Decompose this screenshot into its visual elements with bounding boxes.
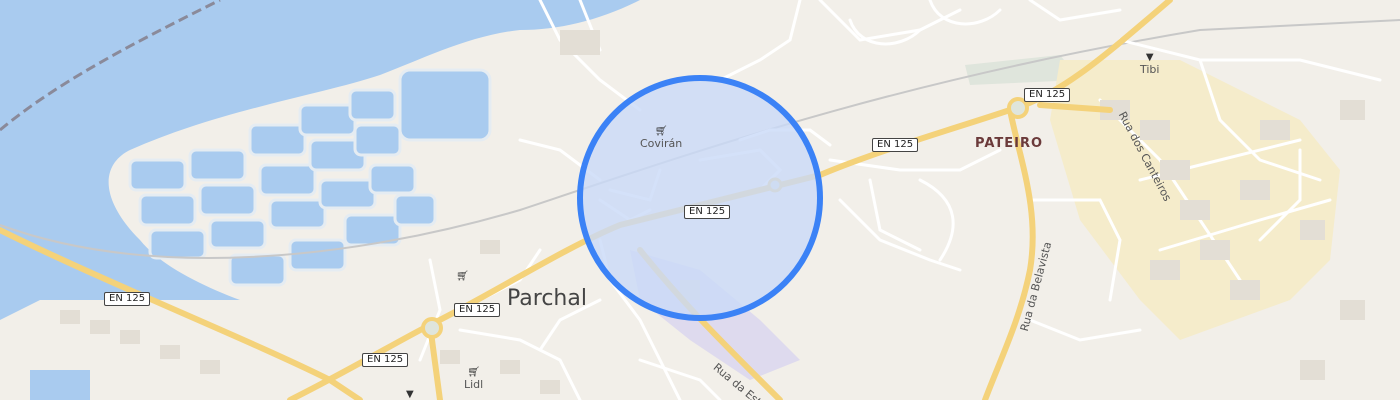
poi-tibi-label: Tibi [1140, 63, 1160, 76]
poi-coviran-label: Covirán [640, 137, 683, 150]
road-shield-en125-center: EN 125 [684, 205, 731, 219]
shopping-cart-icon: 🛒︎ [654, 126, 668, 137]
shopping-cart-icon: 🛒︎ [467, 367, 480, 378]
road-shield-en125-east: EN 125 [872, 138, 919, 152]
shopping-basket-icon: ▼ [1145, 52, 1154, 63]
road-shield-en125-west: EN 125 [104, 292, 151, 306]
poi-coviran[interactable]: 🛒︎ Covirán [640, 126, 683, 151]
poi-shop-bottom[interactable]: ▼ [406, 390, 414, 400]
harbor-water [30, 370, 90, 400]
poi-shop-unnamed[interactable]: 🛒︎ [456, 272, 469, 282]
roundabout-west [421, 317, 443, 339]
poi-lidl-label: Lidl [464, 378, 484, 391]
place-label-parchal: Parchal [507, 286, 587, 311]
poi-lidl[interactable]: 🛒︎ Lidl [464, 367, 484, 392]
road-shield-en125-south: EN 125 [362, 353, 409, 367]
map-base-layer [0, 0, 1400, 400]
map-canvas[interactable]: Parchal PATEIRO Rua dos Canteiros Rua da… [0, 0, 1400, 400]
poi-tibi[interactable]: ▼ Tibi [1140, 52, 1160, 77]
place-label-pateiro: PATEIRO [975, 136, 1044, 151]
road-shield-en125-parchal: EN 125 [454, 303, 501, 317]
shopping-basket-icon: ▼ [406, 389, 414, 400]
location-accuracy-circle [577, 75, 823, 321]
shopping-cart-icon: 🛒︎ [456, 271, 469, 282]
road-shield-en125-northeast: EN 125 [1024, 88, 1071, 102]
